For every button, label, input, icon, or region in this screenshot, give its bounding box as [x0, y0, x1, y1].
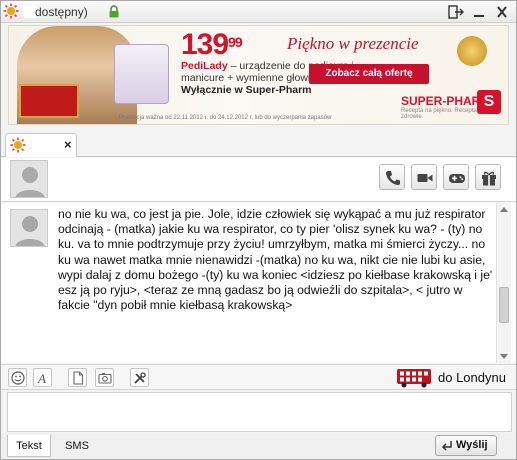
svg-text:A: A [37, 371, 46, 385]
bus-promo-link[interactable]: do Londynu [438, 370, 506, 385]
enter-arrow-icon [441, 441, 452, 451]
bus-icon[interactable] [396, 368, 432, 388]
ad-price-main: 139 [181, 28, 229, 61]
tools-button[interactable] [130, 368, 149, 387]
ad-price-cents: 99 [228, 34, 243, 50]
photo-icon [98, 373, 112, 384]
sun-status-icon [3, 3, 19, 19]
call-button[interactable] [379, 164, 405, 190]
sun-status-icon [10, 137, 26, 153]
tab-close-icon[interactable]: × [64, 137, 72, 152]
message-input[interactable] [7, 392, 512, 432]
ad-product-name: PediLady [181, 60, 228, 72]
font-button[interactable]: A [33, 368, 52, 387]
scroll-thumb[interactable] [499, 287, 509, 323]
minimize-icon[interactable] [470, 4, 488, 20]
send-photo-button[interactable] [95, 368, 114, 387]
title-bar: dostępny) [1, 1, 516, 23]
message-area[interactable]: no nie ku wa, co jest ja pie. Jole, idzi… [1, 203, 516, 363]
file-icon [73, 371, 84, 385]
phone-icon [386, 171, 400, 185]
send-button-label: Wyślij [456, 439, 488, 451]
ad-gift-image [19, 84, 79, 118]
game-button[interactable] [443, 164, 469, 190]
tools-icon [134, 372, 146, 384]
camera-icon [417, 174, 433, 182]
ad-price: 13999 [181, 28, 243, 62]
avatar-silhouette-icon [15, 216, 45, 246]
gamepad-icon [449, 174, 465, 183]
ad-product-image [114, 44, 169, 104]
tab-sms[interactable]: SMS [59, 435, 95, 457]
send-file-button[interactable] [68, 368, 87, 387]
scroll-down-icon[interactable] [500, 354, 508, 359]
conversation-tabs: × [1, 131, 516, 157]
tab-conversation[interactable]: × [5, 133, 77, 157]
gift-icon [482, 171, 496, 186]
scroll-up-icon[interactable] [500, 207, 508, 212]
brand-logo-icon: S [477, 90, 501, 114]
lock-icon [109, 5, 119, 18]
ad-banner[interactable]: 13999 PediLady – urządzenie do pedicure … [8, 25, 509, 125]
message-scrollbar[interactable] [496, 203, 511, 363]
chat-window: dostępny) 13999 PediLady – urządzenie do… [0, 0, 517, 460]
message-avatar [10, 209, 48, 247]
ad-heading: Piękno w prezencie [287, 34, 419, 53]
send-button[interactable]: Wyślij [435, 435, 497, 456]
emoticon-button[interactable] [8, 368, 27, 387]
contact-header [1, 158, 516, 202]
font-icon: A [37, 371, 46, 385]
gift-button[interactable] [475, 164, 501, 190]
ad-exclusive: Wyłącznie w Super-Pharm [181, 84, 312, 96]
contact-avatar[interactable] [10, 160, 48, 198]
message-text: no nie ku wa, co jest ja pie. Jole, idzi… [58, 207, 493, 313]
logout-icon[interactable] [447, 4, 465, 20]
ornament-icon [457, 36, 487, 66]
video-button[interactable] [411, 164, 437, 190]
compose-toolbar: A do Londynu [1, 364, 516, 390]
ad-cta-button[interactable]: Zobacz całą ofertę [309, 64, 429, 84]
smiley-icon [11, 371, 25, 385]
avatar-silhouette-icon [15, 167, 45, 197]
contact-status-text: dostępny) [35, 5, 88, 19]
close-icon[interactable] [493, 4, 511, 20]
bottom-bar: Tekst SMS Wyślij [1, 433, 516, 459]
ad-footnote: Promocja ważna od 22.11.2012 r. do 24.12… [119, 115, 332, 121]
tab-text[interactable]: Tekst [7, 435, 51, 457]
